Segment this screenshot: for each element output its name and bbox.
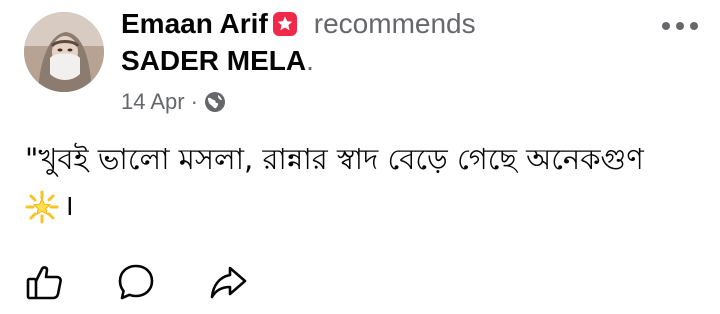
comment-button[interactable] <box>116 262 156 302</box>
comment-icon <box>118 264 154 300</box>
meta-separator: · <box>190 89 198 114</box>
like-button[interactable] <box>24 262 64 302</box>
post-meta: 14 Apr · <box>121 86 226 118</box>
page-name-link[interactable]: SADER MELA <box>121 45 306 77</box>
post-text: "খুবই ভালো মসলা, রান্নার স্বাদ বেড়ে গেছ… <box>25 142 644 176</box>
share-button[interactable] <box>208 262 248 302</box>
dot <box>690 22 698 30</box>
recommends-label: recommends <box>313 8 476 39</box>
more-options-button[interactable] <box>662 22 698 30</box>
author-name[interactable]: Emaan Arif <box>121 8 268 40</box>
dot <box>676 22 684 30</box>
glowing-star-icon <box>25 190 59 224</box>
post-date[interactable]: 14 Apr <box>121 89 185 115</box>
recommendation-badge-icon <box>272 11 298 37</box>
post-body: "খুবই ভালো মসলা, রান্নার স্বাদ বেড়ে গেছ… <box>25 136 705 228</box>
recommended-page: SADER MELA . <box>121 43 314 79</box>
post-header: Emaan Arif recommends <box>121 6 476 42</box>
avatar[interactable] <box>24 12 104 92</box>
post-actions <box>24 262 248 302</box>
period: . <box>306 45 314 76</box>
profile-photo <box>24 12 104 92</box>
thumbs-up-icon <box>26 266 62 300</box>
globe-icon[interactable] <box>204 91 226 113</box>
dot <box>662 22 670 30</box>
share-icon <box>210 266 247 299</box>
sentence-end: । <box>63 188 74 222</box>
